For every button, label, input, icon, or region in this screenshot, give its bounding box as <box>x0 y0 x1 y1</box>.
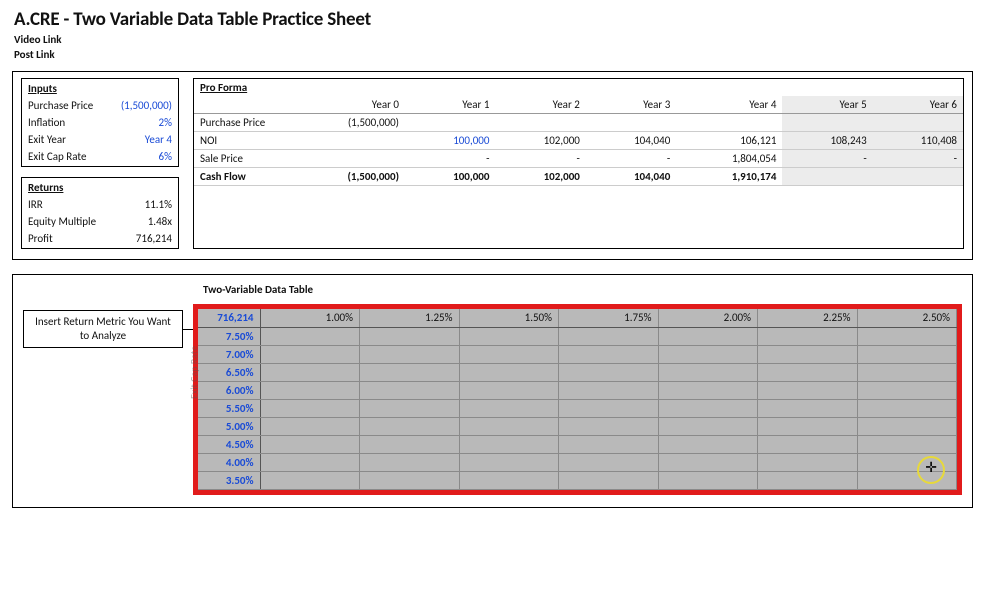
dt-row: 5.00% <box>198 417 957 435</box>
dt-col-header: 2.50% <box>857 309 957 327</box>
dt-col-header: 1.50% <box>459 309 559 327</box>
return-label: IRR <box>24 197 119 212</box>
inputs-heading: Inputs <box>24 81 176 96</box>
dt-row-header: 5.50% <box>198 399 260 417</box>
dt-header-row: 716,214 1.00% 1.25% 1.50% 1.75% 2.00% 2.… <box>198 309 957 327</box>
dt-row-header: 5.00% <box>198 417 260 435</box>
dt-row: 3.50% <box>198 471 957 489</box>
input-value[interactable]: 6% <box>109 149 176 164</box>
proforma-year-row: Year 0 Year 1 Year 2 Year 3 Year 4 Year … <box>194 96 963 114</box>
proforma-table-wrap: Pro Forma Year 0 Year 1 Year 2 Year 3 Ye… <box>193 78 964 249</box>
callout-box: Insert Return Metric You Want to Analyze <box>23 310 183 348</box>
dt-row: 5.50% <box>198 399 957 417</box>
return-label: Profit <box>24 231 119 246</box>
dt-col-header: 2.00% <box>658 309 758 327</box>
input-label: Purchase Price <box>24 98 107 113</box>
input-label: Exit Year <box>24 132 107 147</box>
dt-row-header: 6.50% <box>198 363 260 381</box>
dt-row-header: 3.50% <box>198 471 260 489</box>
dt-col-header: 2.25% <box>758 309 858 327</box>
dt-row: 4.00% <box>198 453 957 471</box>
data-table-panel: Two-Variable Data Table Insert Return Me… <box>12 274 973 508</box>
input-value[interactable]: 2% <box>109 115 176 130</box>
video-link[interactable]: Video Link <box>14 33 971 46</box>
dt-row: 7.00% <box>198 345 957 363</box>
return-value: 716,214 <box>121 231 176 246</box>
table-row-cashflow: Cash Flow (1,500,000) 100,000 102,000 10… <box>194 168 963 186</box>
dt-row: 4.50% <box>198 435 957 453</box>
table-row: Purchase Price (1,500,000) <box>194 114 963 132</box>
dt-row-header: 6.00% <box>198 381 260 399</box>
data-table-title: Two-Variable Data Table <box>203 283 962 296</box>
input-label: Exit Cap Rate <box>24 149 107 164</box>
two-var-data-table[interactable]: Exit Cap Rate 716,214 1.00% 1.25% 1.50% … <box>193 304 962 495</box>
proforma-table: Pro Forma Year 0 Year 1 Year 2 Year 3 Ye… <box>194 79 963 186</box>
input-label: Inflation <box>24 115 107 130</box>
returns-table: Returns IRR11.1% Equity Multiple1.48x Pr… <box>21 177 179 249</box>
input-value[interactable]: (1,500,000) <box>109 98 176 113</box>
dt-row-header: 4.50% <box>198 435 260 453</box>
input-value[interactable]: Year 4 <box>109 132 176 147</box>
model-panel: Inputs Purchase Price(1,500,000) Inflati… <box>12 71 973 260</box>
post-link[interactable]: Post Link <box>14 48 971 61</box>
return-value: 1.48x <box>121 214 176 229</box>
y-axis-label: Exit Cap Rate <box>188 346 201 399</box>
returns-heading: Returns <box>24 180 176 195</box>
return-value: 11.1% <box>121 197 176 212</box>
dt-row: 7.50% <box>198 327 957 345</box>
proforma-heading: Pro Forma <box>194 79 963 96</box>
dt-row-header: 4.00% <box>198 453 260 471</box>
dt-corner-cell[interactable]: 716,214 <box>198 309 260 327</box>
dt-row-header: 7.50% <box>198 327 260 345</box>
return-label: Equity Multiple <box>24 214 119 229</box>
dt-row-header: 7.00% <box>198 345 260 363</box>
dt-row: 6.00% <box>198 381 957 399</box>
inputs-table: Inputs Purchase Price(1,500,000) Inflati… <box>21 78 179 167</box>
table-row: NOI 100,000 102,000 104,040 106,121 108,… <box>194 132 963 150</box>
dt-col-header: 1.00% <box>260 309 360 327</box>
dt-row: 6.50% <box>198 363 957 381</box>
page-title: A.CRE - Two Variable Data Table Practice… <box>14 8 971 31</box>
dt-col-header: 1.75% <box>559 309 659 327</box>
table-row: Sale Price - - - 1,804,054 - - <box>194 150 963 168</box>
dt-col-header: 1.25% <box>360 309 460 327</box>
